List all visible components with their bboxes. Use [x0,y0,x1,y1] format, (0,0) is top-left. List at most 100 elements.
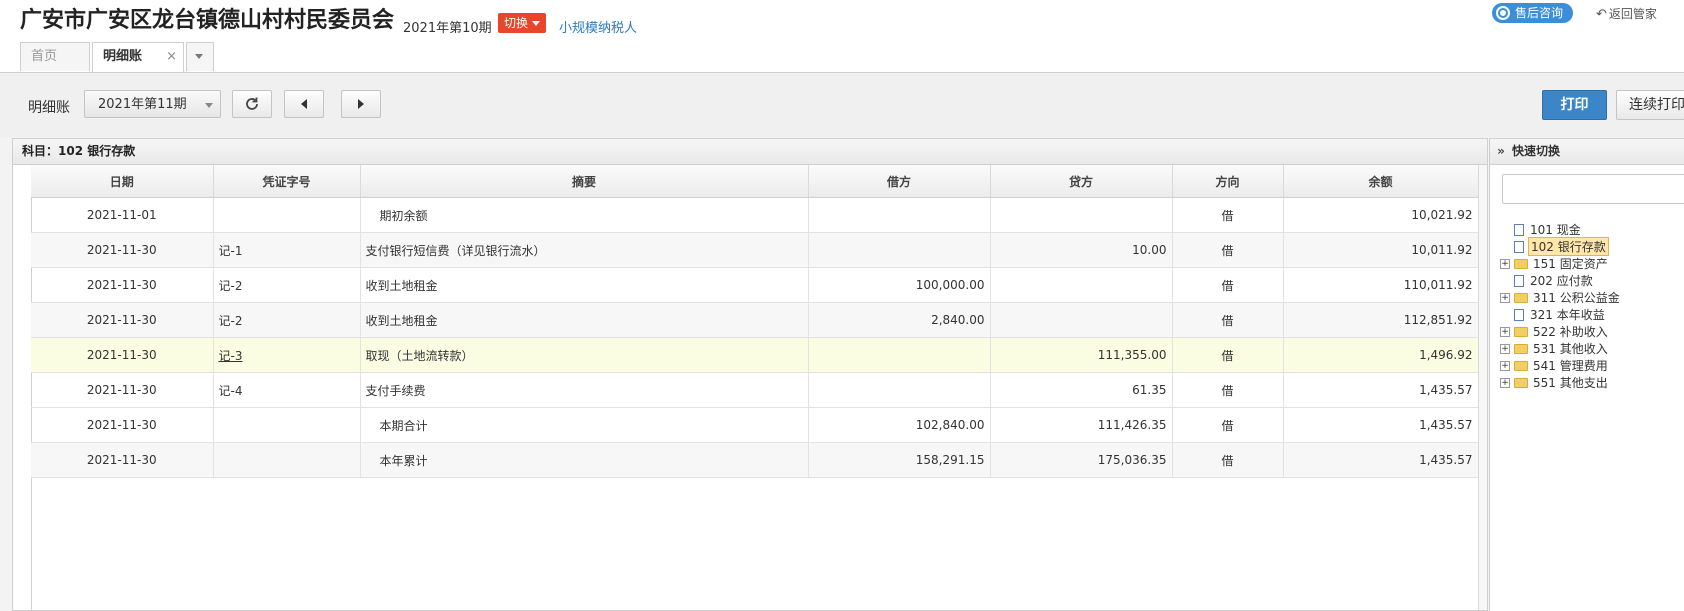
cell-direction: 借 [1172,197,1284,233]
tree-node-102[interactable]: 102 银行存款 [1500,237,1622,256]
tree-node-522[interactable]: +522 补助收入 [1500,323,1622,340]
support-button[interactable]: 售后咨询 [1492,3,1574,23]
col-voucher-header[interactable]: 凭证字号 [213,165,361,198]
ledger-table: 日期 凭证字号 摘要 借方 贷方 方向 余额 2021-11-01 期初余额 借 [31,165,1479,478]
cell-credit: 111,426.35 [990,407,1173,443]
cell-balance: 112,851.92 [1283,302,1479,338]
folder-icon [1514,360,1528,371]
tree-node-101[interactable]: 101 现金 [1500,221,1622,238]
expand-plus-icon[interactable]: + [1500,292,1510,303]
quick-switch-search-input[interactable] [1502,174,1684,204]
tree-node-label: 541 管理费用 [1533,359,1608,373]
col-balance-header[interactable]: 余额 [1283,165,1479,198]
tree-node-202[interactable]: 202 应付款 [1500,272,1622,289]
tab-home[interactable]: 首页 [20,42,90,71]
chevron-down-icon [205,103,213,108]
table-row[interactable]: 2021-11-30 记-4 支付手续费 61.35 借 1,435.57 [31,372,1479,408]
tree-node-151[interactable]: +151 固定资产 [1500,255,1622,272]
top-header: 广安市广安区龙台镇德山村村民委员会 2021年第10期 切换 小规模纳税人 售后… [0,0,1684,73]
cell-summary: 取现（土地流转款） [360,337,809,373]
tree-node-label: 551 其他支出 [1533,376,1608,390]
cell-summary: 支付银行短信费（详见银行流水） [360,232,809,268]
cell-summary: 收到土地租金 [360,302,809,338]
next-period-button[interactable] [341,90,381,118]
tree-node-label: 102 银行存款 [1528,237,1609,256]
caret-down-icon [532,21,541,26]
tab-more-dropdown[interactable] [186,42,214,71]
tree-node-label: 531 其他收入 [1533,342,1608,356]
cell-balance: 1,435.57 [1283,407,1479,443]
tree-node-541[interactable]: +541 管理费用 [1500,357,1622,374]
continuous-print-button[interactable]: 连续打印 [1616,90,1684,120]
voucher-link[interactable]: 记-2 [219,314,243,328]
folder-icon [1514,326,1528,337]
cell-credit [990,197,1173,233]
chevron-down-icon [195,54,203,59]
table-row[interactable]: 2021-11-30 本期合计 102,840.00 111,426.35 借 … [31,407,1479,443]
period-select-value: 2021年第11期 [98,97,187,112]
close-icon[interactable]: × [166,43,177,71]
folder-icon [1514,258,1528,269]
toolbar-title: 明细账 [28,100,70,116]
col-summary-header[interactable]: 摘要 [360,165,809,198]
voucher-link[interactable]: 记-2 [219,279,243,293]
print-button[interactable]: 打印 [1542,90,1607,120]
table-row[interactable]: 2021-11-01 期初余额 借 10,021.92 [31,197,1479,233]
triangle-right-icon [358,99,364,109]
table-row[interactable]: 2021-11-30 记-2 收到土地租金 2,840.00 借 112,851… [31,302,1479,338]
table-row[interactable]: 2021-11-30 记-1 支付银行短信费（详见银行流水） 10.00 借 1… [31,232,1479,268]
period-select[interactable]: 2021年第11期 [84,90,221,118]
cell-balance: 1,496.92 [1283,337,1479,373]
cell-date: 2021-11-30 [31,337,214,373]
ledger-table-wrap: 日期 凭证字号 摘要 借方 贷方 方向 余额 2021-11-01 期初余额 借 [31,165,1479,478]
table-row[interactable]: 2021-11-30 记-2 收到土地租金 100,000.00 借 110,0… [31,267,1479,303]
cell-voucher[interactable]: 记-2 [213,302,361,338]
tab-home-label: 首页 [31,49,58,64]
tree-node-label: 311 公积公益金 [1533,291,1620,305]
row-gutter [13,165,32,610]
tree-node-label: 202 应付款 [1530,274,1593,288]
cell-debit [808,372,991,408]
previous-period-button[interactable] [284,90,324,118]
col-direction-header[interactable]: 方向 [1172,165,1284,198]
refresh-icon [246,97,258,110]
document-icon [1514,223,1524,236]
cell-voucher[interactable]: 记-3 [213,337,361,373]
voucher-link[interactable]: 记-4 [219,384,243,398]
expand-plus-icon[interactable]: + [1500,360,1510,371]
cell-voucher [213,407,361,443]
table-row-hovered[interactable]: 2021-11-30 记-3 取现（土地流转款） 111,355.00 借 1,… [31,337,1479,373]
vertical-scrollbar[interactable] [1478,165,1487,610]
voucher-link[interactable]: 记-3 [219,349,243,363]
expand-plus-icon[interactable]: + [1500,343,1510,354]
cell-direction: 借 [1172,372,1284,408]
tree-node-531[interactable]: +531 其他收入 [1500,340,1622,357]
cell-voucher[interactable]: 记-2 [213,267,361,303]
cell-date: 2021-11-30 [31,267,214,303]
tree-node-311[interactable]: +311 公积公益金 [1500,289,1622,306]
cell-voucher[interactable]: 记-4 [213,372,361,408]
tree-node-551[interactable]: +551 其他支出 [1500,374,1622,391]
switch-period-button[interactable]: 切换 [498,13,547,33]
cell-date: 2021-11-01 [31,197,214,233]
taxpayer-type-link[interactable]: 小规模纳税人 [559,17,637,36]
voucher-link[interactable]: 记-1 [219,244,243,258]
expand-plus-icon[interactable]: + [1500,377,1510,388]
cell-summary: 期初余额 [360,197,809,233]
tree-node-321[interactable]: 321 本年收益 [1500,306,1622,323]
table-row[interactable]: 2021-11-30 本年累计 158,291.15 175,036.35 借 … [31,442,1479,478]
expand-plus-icon[interactable]: + [1500,258,1510,269]
back-to-manager-link[interactable]: ↶ 返回管家 [1596,5,1657,22]
cell-direction: 借 [1172,267,1284,303]
tree-node-label: 101 现金 [1530,223,1581,237]
expand-plus-icon[interactable]: + [1500,326,1510,337]
tab-detail-ledger[interactable]: 明细账 × [92,42,184,72]
collapse-panel-icon[interactable]: » [1490,139,1512,164]
cell-direction: 借 [1172,407,1284,443]
cell-voucher[interactable]: 记-1 [213,232,361,268]
col-credit-header[interactable]: 贷方 [990,165,1173,198]
col-debit-header[interactable]: 借方 [808,165,991,198]
cell-summary: 支付手续费 [360,372,809,408]
refresh-button[interactable] [232,90,272,118]
col-date-header[interactable]: 日期 [31,165,214,198]
